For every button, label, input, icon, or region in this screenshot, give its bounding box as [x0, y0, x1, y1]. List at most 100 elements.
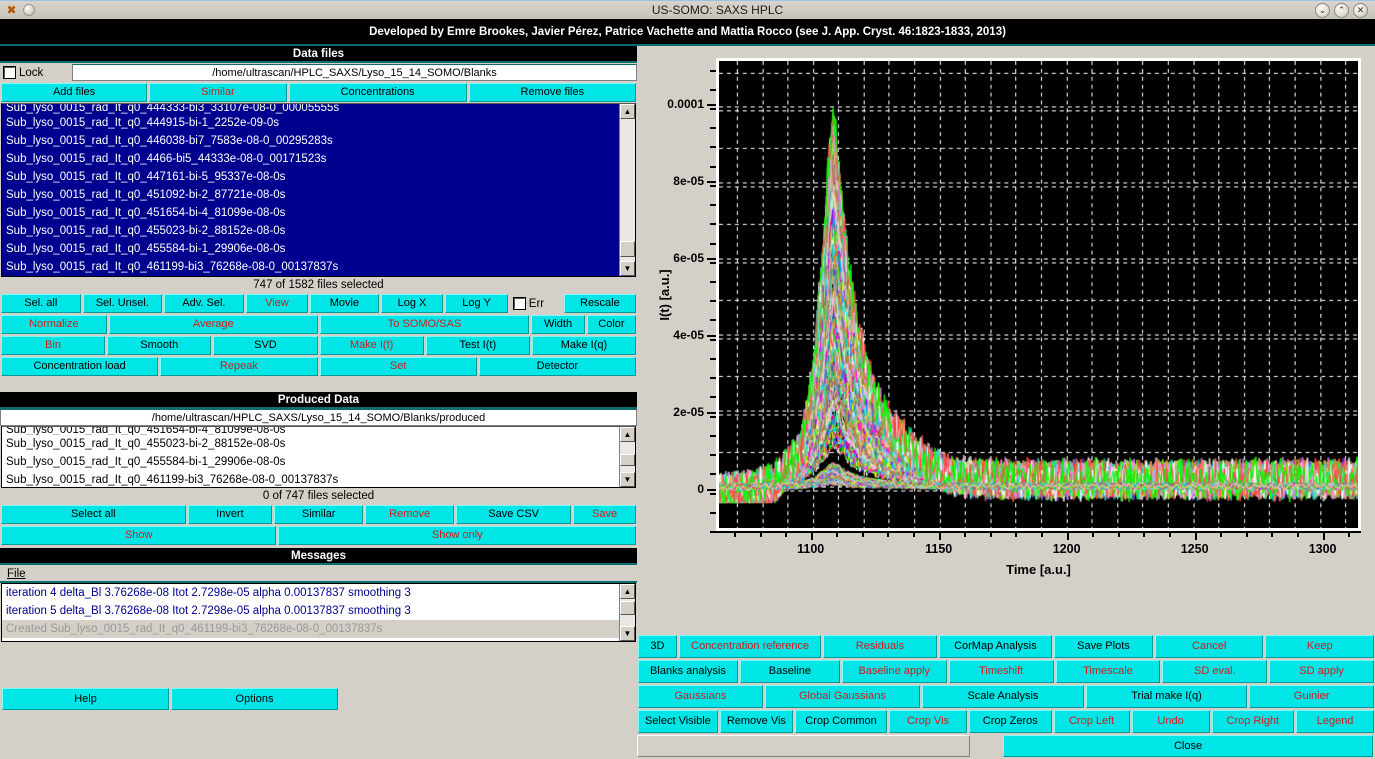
- messages-file-menu[interactable]: File: [0, 565, 637, 583]
- scroll-up-icon[interactable]: ▲: [620, 104, 635, 119]
- data-files-tool-concentration-load[interactable]: Concentration load: [1, 357, 158, 376]
- messages-button-options[interactable]: Options: [171, 688, 338, 710]
- analysis-sd-apply[interactable]: SD apply: [1269, 660, 1374, 683]
- produced-data-tool-save[interactable]: Save: [573, 505, 636, 524]
- data-files-tool-set[interactable]: Set: [320, 357, 477, 376]
- analysis-timeshift[interactable]: Timeshift: [949, 660, 1054, 683]
- analysis-crop-zeros[interactable]: Crop Zeros: [969, 710, 1052, 733]
- analysis-crop-right[interactable]: Crop Right: [1212, 710, 1295, 733]
- close-button[interactable]: Close: [1003, 735, 1373, 757]
- data-files-tool-svd[interactable]: SVD: [213, 336, 317, 355]
- data-files-button-concentrations[interactable]: Concentrations: [289, 83, 467, 102]
- scrollbar-trough[interactable]: [620, 119, 635, 261]
- table-row[interactable]: Sub_lyso_0015_rad_It_q0_455584-bi-1_2990…: [2, 240, 619, 258]
- produced-data-list[interactable]: Sub_lyso_0015_rad_It_q0_451654-bi-4_8109…: [1, 426, 636, 488]
- table-row[interactable]: Sub_lyso_0015_rad_It_q0_461199-bi3_76268…: [2, 471, 619, 487]
- plot-area[interactable]: I(t) [a.u.] 02e-054e-056e-058e-050.0001 …: [637, 46, 1375, 586]
- messages-scrollbar[interactable]: ▲ ▼: [619, 584, 635, 641]
- scrollbar-trough[interactable]: [620, 599, 635, 626]
- analysis-concentration-reference[interactable]: Concentration reference: [679, 635, 821, 658]
- table-row[interactable]: Sub_lyso_0015_rad_It_q0_461199-bi3_76268…: [2, 258, 619, 276]
- lock-checkbox-box[interactable]: [4, 67, 15, 78]
- table-row[interactable]: Sub_lyso_0015_rad_It_q0_455584-bi-1_2990…: [2, 453, 619, 471]
- data-files-tool-bin[interactable]: Bin: [1, 336, 105, 355]
- data-files-tool-rescale[interactable]: Rescale: [564, 294, 636, 313]
- table-row[interactable]: Sub_lyso_0015_rad_It_q0_451654-bi-4_8109…: [2, 204, 619, 222]
- scrollbar-thumb[interactable]: [620, 454, 635, 466]
- table-row[interactable]: Sub_lyso_0015_rad_It_q0_444915-bi-1_2252…: [2, 114, 619, 132]
- data-files-tool-log-y[interactable]: Log Y: [445, 294, 508, 313]
- data-files-tool-test-i-t[interactable]: Test I(t): [426, 336, 530, 355]
- maximize-icon[interactable]: ⌃: [1334, 3, 1349, 18]
- analysis-gaussians[interactable]: Gaussians: [638, 685, 763, 708]
- data-files-list-rows[interactable]: Sub_lyso_0015_rad_It_q0_444333-bi3_33107…: [2, 104, 619, 276]
- analysis-trial-make-i-q[interactable]: Trial make I(q): [1086, 685, 1248, 708]
- analysis-undo[interactable]: Undo: [1132, 710, 1210, 733]
- err-checkbox[interactable]: Err: [510, 294, 562, 313]
- minimize-icon[interactable]: ⌄: [1315, 3, 1330, 18]
- data-files-tool-log-x[interactable]: Log X: [381, 294, 444, 313]
- data-files-tool-movie[interactable]: Movie: [310, 294, 378, 313]
- analysis-scale-analysis[interactable]: Scale Analysis: [922, 685, 1084, 708]
- analysis-baseline[interactable]: Baseline: [740, 660, 840, 683]
- produced-data-tool-remove[interactable]: Remove: [365, 505, 454, 524]
- analysis-residuals[interactable]: Residuals: [823, 635, 936, 658]
- data-files-list[interactable]: Sub_lyso_0015_rad_It_q0_444333-bi3_33107…: [1, 103, 636, 277]
- data-files-tool-detector[interactable]: Detector: [479, 357, 636, 376]
- data-files-tool-width[interactable]: Width: [531, 315, 585, 334]
- analysis-save-plots[interactable]: Save Plots: [1054, 635, 1153, 658]
- analysis-sd-eval[interactable]: SD eval.: [1162, 660, 1267, 683]
- produced-data-tool-save-csv[interactable]: Save CSV: [456, 505, 571, 524]
- data-files-path[interactable]: /home/ultrascan/HPLC_SAXS/Lyso_15_14_SOM…: [72, 64, 637, 81]
- window-menu-icon[interactable]: [23, 4, 35, 16]
- table-row[interactable]: Sub_lyso_0015_rad_It_q0_455023-bi-2_8815…: [2, 435, 619, 453]
- produced-data-tool-select-all[interactable]: Select all: [1, 505, 186, 524]
- analysis-crop-common[interactable]: Crop Common: [795, 710, 887, 733]
- table-row[interactable]: Sub_lyso_0015_rad_It_q0_455023-bi-2_8815…: [2, 222, 619, 240]
- analysis-keep[interactable]: Keep: [1265, 635, 1374, 658]
- produced-data-tool-show-only[interactable]: Show only: [278, 526, 636, 545]
- data-files-tool-smooth[interactable]: Smooth: [107, 336, 211, 355]
- analysis-cancel[interactable]: Cancel: [1155, 635, 1264, 658]
- data-files-button-remove-files[interactable]: Remove files: [469, 83, 636, 102]
- produced-data-list-rows[interactable]: Sub_lyso_0015_rad_It_q0_451654-bi-4_8109…: [2, 427, 619, 487]
- scroll-down-icon[interactable]: ▼: [620, 626, 635, 641]
- close-icon[interactable]: ✕: [1353, 3, 1368, 18]
- produced-data-tool-invert[interactable]: Invert: [188, 505, 273, 524]
- scrollbar-thumb[interactable]: [620, 241, 635, 257]
- analysis-baseline-apply[interactable]: Baseline apply: [842, 660, 947, 683]
- scroll-up-icon[interactable]: ▲: [620, 427, 635, 442]
- analysis-remove-vis[interactable]: Remove Vis: [720, 710, 793, 733]
- analysis-select-visible[interactable]: Select Visible: [638, 710, 718, 733]
- table-row[interactable]: Sub_lyso_0015_rad_It_q0_451654-bi-4_8109…: [2, 427, 619, 435]
- analysis-guinier[interactable]: Guinier: [1249, 685, 1374, 708]
- data-files-tool-adv-sel[interactable]: Adv. Sel.: [164, 294, 244, 313]
- data-files-button-similar[interactable]: Similar: [149, 83, 287, 102]
- scroll-down-icon[interactable]: ▼: [620, 261, 635, 276]
- data-files-scrollbar[interactable]: ▲ ▼: [619, 104, 635, 276]
- scrollbar-thumb[interactable]: [620, 601, 635, 615]
- table-row[interactable]: Sub_lyso_0015_rad_It_q0_447161-bi-5_9533…: [2, 168, 619, 186]
- data-files-tool-sel-unsel[interactable]: Sel. Unsel.: [83, 294, 163, 313]
- messages-button-help[interactable]: Help: [2, 688, 169, 710]
- plot-canvas[interactable]: [719, 61, 1358, 528]
- analysis-crop-left[interactable]: Crop Left: [1054, 710, 1130, 733]
- messages-log[interactable]: iteration 4 delta_Bl 3.76268e-08 Itot 2.…: [1, 583, 636, 642]
- table-row[interactable]: Sub_lyso_0015_rad_It_q0_4466-bi5_44333e-…: [2, 150, 619, 168]
- produced-data-tool-similar[interactable]: Similar: [274, 505, 363, 524]
- data-files-button-add-files[interactable]: Add files: [1, 83, 147, 102]
- table-row[interactable]: Sub_lyso_0015_rad_It_q0_446038-bi7_7583e…: [2, 132, 619, 150]
- table-row[interactable]: Sub_lyso_0015_rad_It_q0_444333-bi3_33107…: [2, 104, 619, 114]
- analysis-global-gaussians[interactable]: Global Gaussians: [765, 685, 920, 708]
- table-row[interactable]: Sub_lyso_0015_rad_It_q0_451092-bi-2_8772…: [2, 186, 619, 204]
- analysis-legend[interactable]: Legend: [1296, 710, 1374, 733]
- data-files-tool-make-i-q[interactable]: Make I(q): [532, 336, 636, 355]
- data-files-tool-average[interactable]: Average: [109, 315, 318, 334]
- scrollbar-trough[interactable]: [620, 442, 635, 472]
- data-files-tool-make-i-t[interactable]: Make I(t): [320, 336, 424, 355]
- plot-frame[interactable]: [716, 58, 1361, 531]
- data-files-tool-sel-all[interactable]: Sel. all: [1, 294, 81, 313]
- analysis-3d[interactable]: 3D: [638, 635, 677, 658]
- produced-data-scrollbar[interactable]: ▲ ▼: [619, 427, 635, 487]
- analysis-blanks-analysis[interactable]: Blanks analysis: [638, 660, 738, 683]
